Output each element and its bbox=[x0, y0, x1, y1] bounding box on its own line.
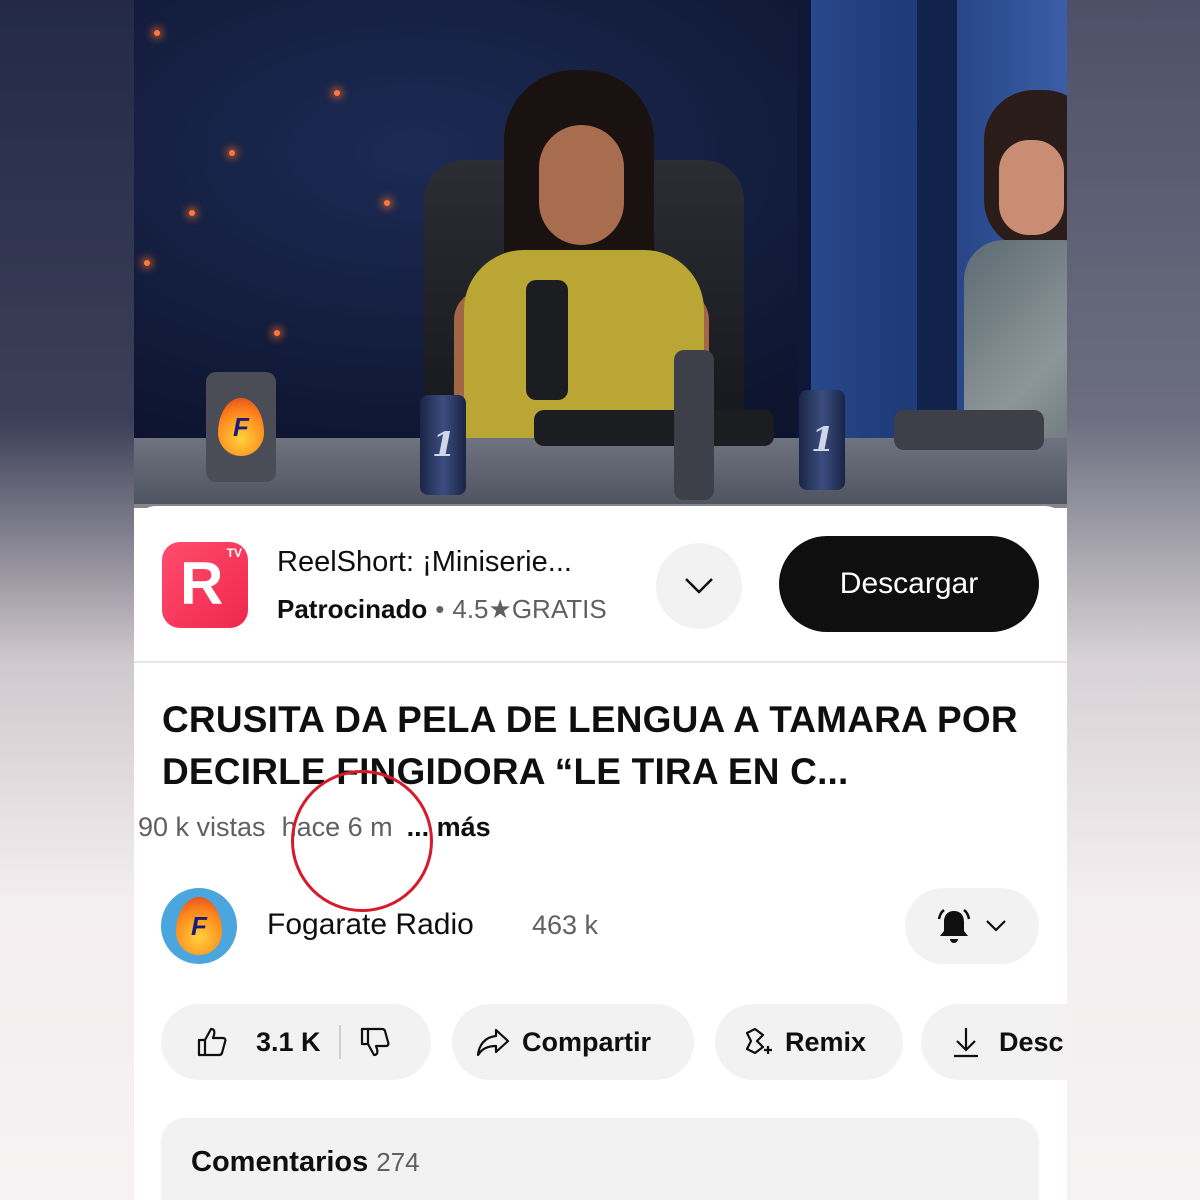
share-label: Compartir bbox=[522, 1026, 652, 1057]
download-label: Desc bbox=[999, 1026, 1064, 1057]
ad-rating: 4.5★ bbox=[452, 594, 512, 624]
chevron-down-icon bbox=[685, 578, 713, 594]
youtube-watch-screen: 1 1 F R TV ReelShort: ¡Miniserie... Patr… bbox=[134, 0, 1067, 1200]
video-player[interactable]: 1 1 F bbox=[134, 0, 1067, 508]
channel-avatar[interactable]: F bbox=[161, 888, 237, 964]
app-icon-letter: R bbox=[180, 550, 224, 617]
logo-stand: F bbox=[206, 372, 276, 482]
bell-icon bbox=[937, 909, 971, 943]
ad-expand-button[interactable] bbox=[656, 543, 742, 629]
ad-title[interactable]: ReelShort: ¡Miniserie... bbox=[277, 546, 572, 579]
thumbs-down-icon bbox=[360, 1027, 390, 1057]
remix-label: Remix bbox=[785, 1026, 867, 1057]
channel-row[interactable]: F Fogarate Radio 463 k bbox=[134, 886, 1067, 966]
share-icon bbox=[476, 1028, 510, 1057]
mic-arm bbox=[534, 410, 774, 446]
ad-download-button[interactable]: Descargar bbox=[779, 536, 1039, 632]
notifications-button[interactable] bbox=[905, 888, 1039, 964]
microphone bbox=[526, 280, 568, 400]
comments-count: 274 bbox=[376, 1147, 420, 1177]
chevron-down-icon bbox=[986, 920, 1006, 932]
download-button[interactable]: Desc bbox=[921, 1004, 1067, 1080]
like-count[interactable]: 3.1 K bbox=[256, 1027, 321, 1058]
mic-stand bbox=[674, 350, 714, 500]
like-dislike-group: 3.1 K bbox=[161, 1004, 431, 1080]
app-icon-badge: TV bbox=[226, 546, 242, 560]
background-blur-right bbox=[1067, 0, 1200, 1200]
ad-price: GRATIS bbox=[511, 594, 607, 624]
fogarate-logo-icon: F bbox=[218, 398, 264, 456]
reelshort-app-icon[interactable]: R TV bbox=[162, 542, 248, 628]
channel-name[interactable]: Fogarate Radio bbox=[267, 908, 474, 942]
like-button[interactable] bbox=[196, 1026, 234, 1058]
background-blur-left bbox=[0, 0, 134, 1200]
thumbs-up-icon bbox=[197, 1027, 227, 1057]
remix-icon bbox=[745, 1027, 772, 1055]
fogarate-logo-icon: F bbox=[176, 897, 222, 955]
download-icon bbox=[954, 1028, 978, 1058]
sponsored-label: Patrocinado bbox=[277, 594, 428, 624]
video-details-sheet: R TV ReelShort: ¡Miniserie... Patrocinad… bbox=[134, 506, 1067, 1200]
action-bar: 3.1 K Compartir Remix Desc bbox=[134, 1004, 1067, 1080]
like-divider bbox=[338, 1025, 341, 1059]
sponsored-ad-banner[interactable]: R TV ReelShort: ¡Miniserie... Patrocinad… bbox=[134, 506, 1067, 663]
subscriber-count: 463 k bbox=[532, 910, 599, 940]
remix-button[interactable]: Remix bbox=[715, 1004, 903, 1080]
comments-panel[interactable]: Comentarios 274 bbox=[161, 1118, 1039, 1200]
mic-stand-right bbox=[894, 410, 1044, 450]
view-count: 90 k vistas bbox=[138, 812, 266, 842]
share-button[interactable]: Compartir bbox=[452, 1004, 694, 1080]
comments-header: Comentarios 274 bbox=[191, 1146, 420, 1179]
drink-can: 1 bbox=[420, 395, 466, 495]
dislike-button[interactable] bbox=[359, 1026, 391, 1058]
drink-can: 1 bbox=[799, 390, 845, 490]
video-title[interactable]: CRUSITA DA PELA DE LENGUA A TAMARA POR D… bbox=[162, 694, 1042, 798]
ad-meta: Patrocinado • 4.5★GRATIS bbox=[277, 594, 607, 624]
comments-label: Comentarios bbox=[191, 1146, 369, 1178]
